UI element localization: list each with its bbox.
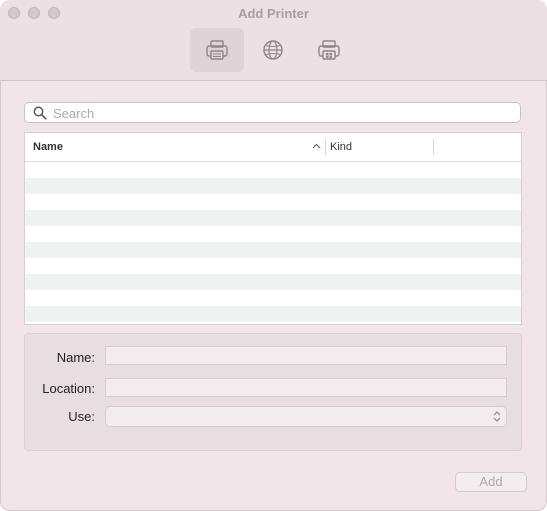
location-label: Location: — [42, 381, 95, 396]
window-title: Add Printer — [238, 6, 309, 21]
ip-globe-icon — [263, 40, 283, 60]
use-label: Use: — [68, 409, 95, 424]
printer-list-table[interactable]: Name Kind — [24, 132, 522, 325]
use-select[interactable] — [105, 406, 507, 427]
table-row[interactable] — [25, 242, 521, 258]
table-header: Name Kind — [25, 133, 521, 162]
table-row[interactable] — [25, 274, 521, 290]
sort-ascending-icon — [312, 143, 321, 149]
column-header-name[interactable]: Name — [33, 141, 63, 153]
column-header-kind[interactable]: Kind — [330, 141, 352, 153]
toolbar-ip-button[interactable] — [246, 28, 300, 72]
table-row[interactable] — [25, 162, 521, 178]
column-divider[interactable] — [433, 139, 434, 155]
toolbar-windows-button[interactable] — [302, 28, 356, 72]
table-row[interactable] — [25, 306, 521, 322]
table-row[interactable] — [25, 210, 521, 226]
printer-details-panel: Name: Location: Use: — [24, 333, 522, 451]
toolbar-default-button[interactable] — [190, 28, 244, 72]
titlebar: Add Printer — [0, 0, 547, 81]
table-rows — [25, 162, 521, 324]
table-row[interactable] — [25, 178, 521, 194]
add-printer-window: Add Printer Search Name Kind Name: Locat… — [0, 0, 547, 511]
table-row[interactable] — [25, 290, 521, 306]
windows-printer-icon — [318, 40, 340, 60]
location-field[interactable] — [105, 378, 507, 397]
default-printer-icon — [206, 40, 228, 60]
name-label: Name: — [56, 350, 95, 365]
column-divider[interactable] — [325, 139, 326, 155]
table-row[interactable] — [25, 226, 521, 242]
name-field[interactable] — [105, 346, 507, 365]
search-field[interactable] — [24, 102, 521, 124]
search-input[interactable] — [51, 103, 515, 124]
chevron-up-down-icon — [493, 411, 501, 422]
table-row[interactable] — [25, 194, 521, 210]
search-icon — [33, 106, 47, 120]
add-button[interactable]: Add — [455, 472, 527, 492]
table-row[interactable] — [25, 322, 521, 324]
table-row[interactable] — [25, 258, 521, 274]
